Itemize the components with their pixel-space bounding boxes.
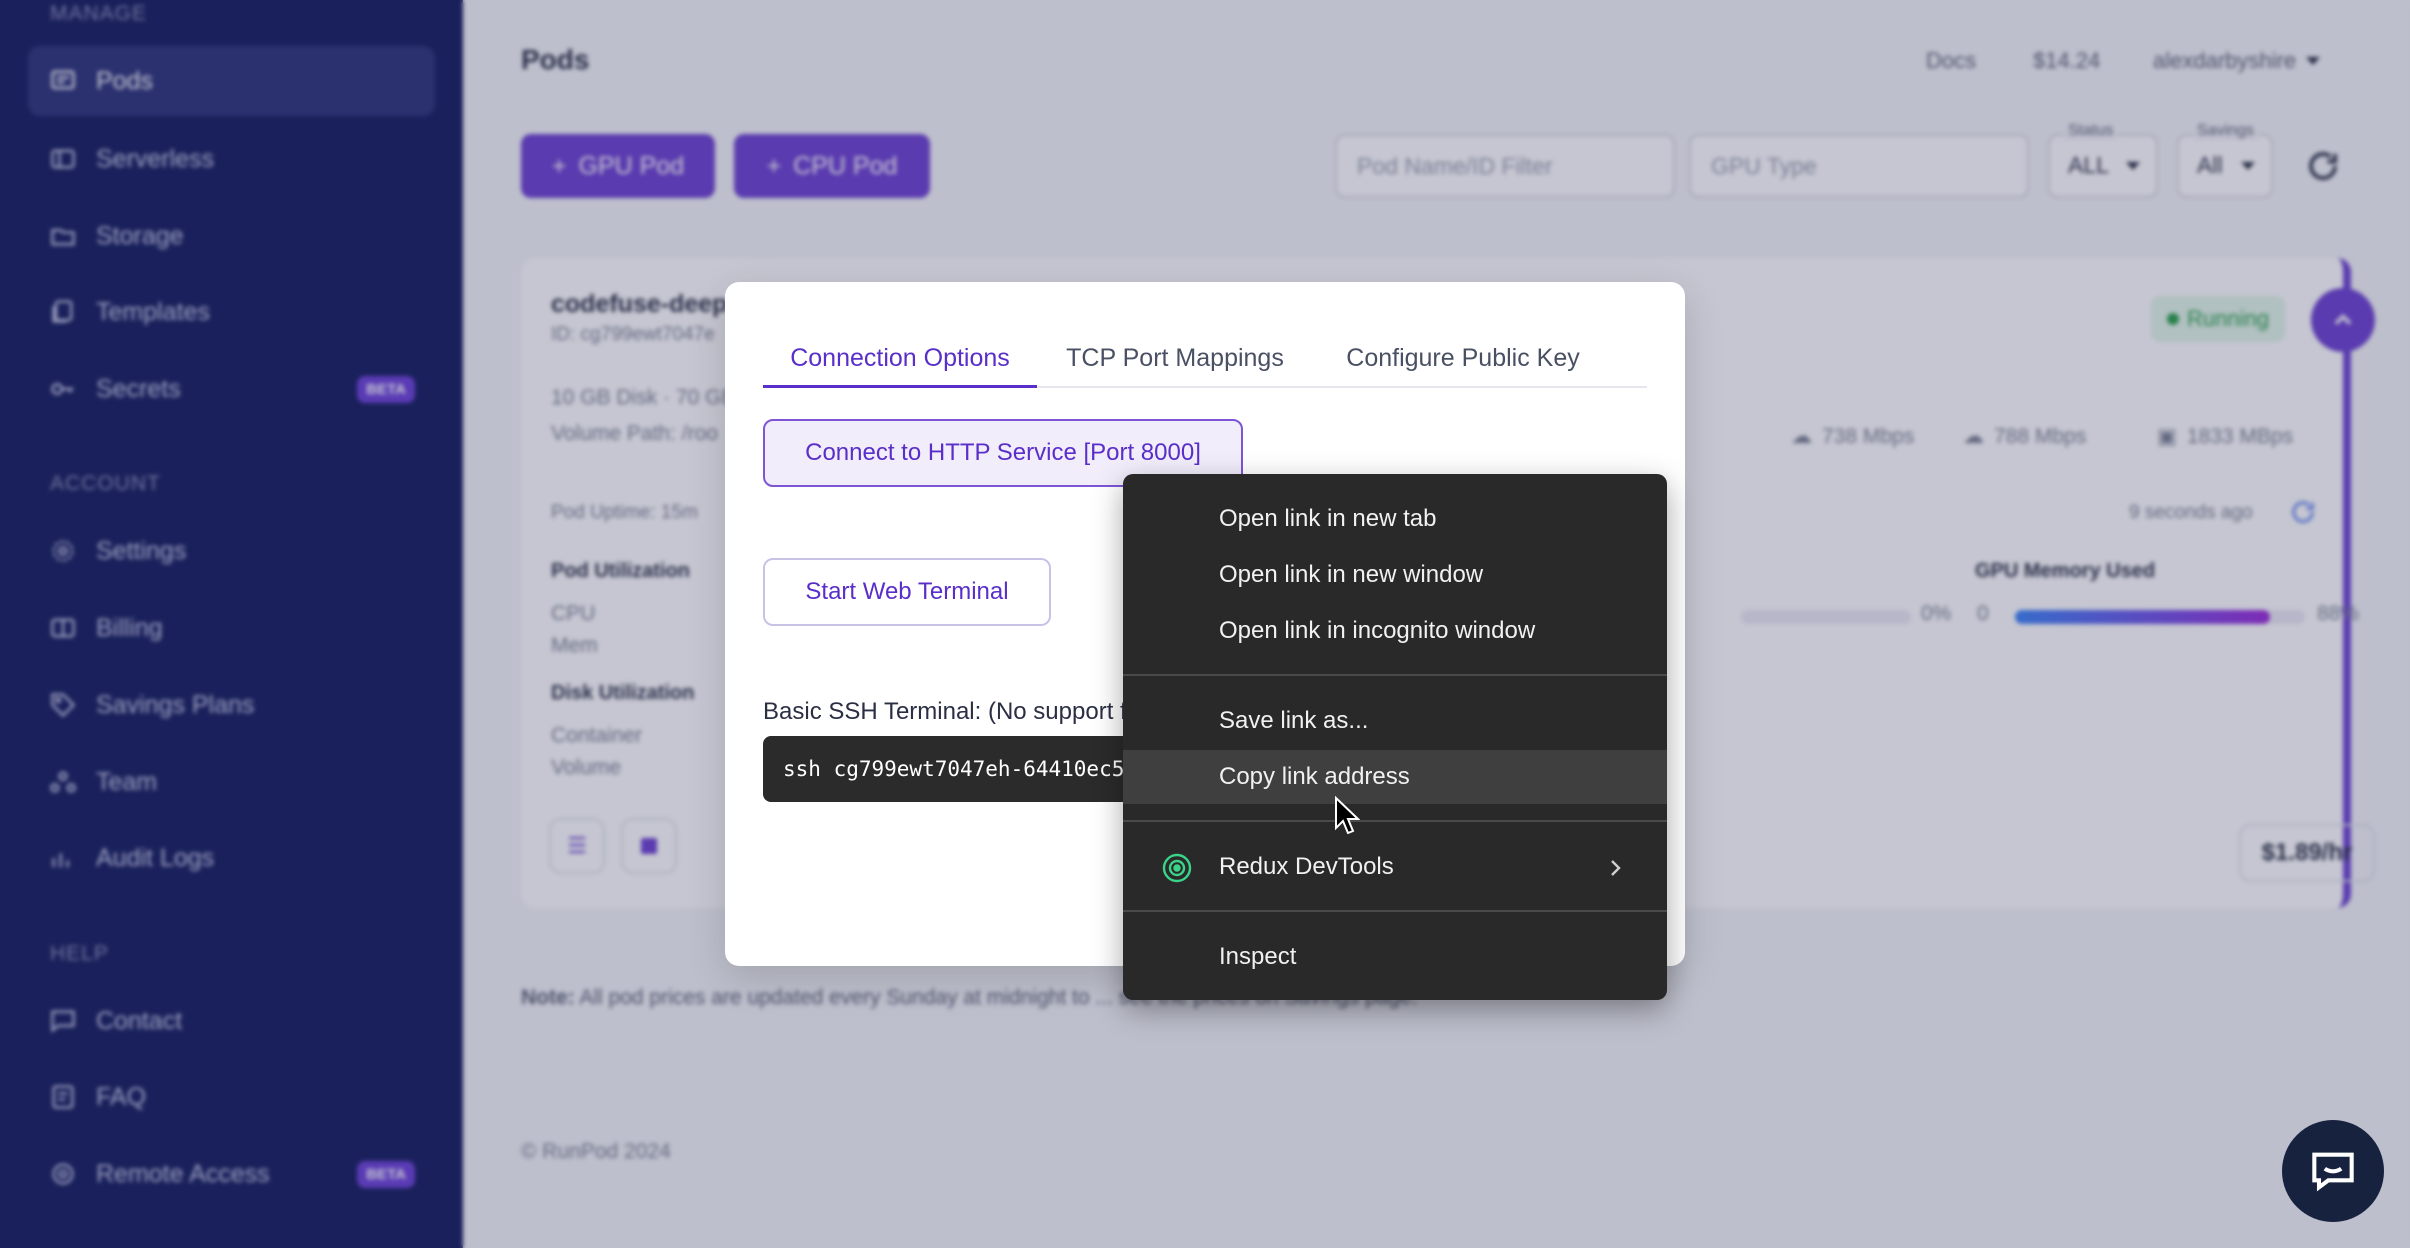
tab-connection-options[interactable]: Connection Options: [763, 332, 1037, 388]
menu-divider: [1123, 674, 1667, 676]
mouse-cursor-icon: [1335, 796, 1360, 835]
menu-item-copy-link-address[interactable]: Copy link address: [1123, 750, 1667, 804]
menu-item-save-link-as[interactable]: Save link as...: [1123, 694, 1667, 748]
menu-item-redux-devtools[interactable]: Redux DevTools: [1123, 840, 1667, 894]
chat-launcher-button[interactable]: [2282, 1120, 2384, 1222]
context-menu: Open link in new tab Open link in new wi…: [1123, 474, 1667, 1000]
menu-item-open-new-window[interactable]: Open link in new window: [1123, 548, 1667, 602]
chat-bubble-icon: [2312, 1152, 2354, 1192]
tab-configure-public-key[interactable]: Configure Public Key: [1313, 332, 1613, 388]
menu-divider: [1123, 820, 1667, 822]
menu-item-inspect[interactable]: Inspect: [1123, 930, 1667, 984]
modal-tabs: Connection Options TCP Port Mappings Con…: [763, 332, 1647, 388]
chevron-right-icon: [1609, 857, 1623, 877]
menu-item-open-incognito[interactable]: Open link in incognito window: [1123, 604, 1667, 658]
menu-divider: [1123, 910, 1667, 912]
ssh-label: Basic SSH Terminal: (No support fo: [763, 698, 1123, 725]
redux-devtools-label: Redux DevTools: [1219, 853, 1394, 880]
menu-item-open-new-tab[interactable]: Open link in new tab: [1123, 492, 1667, 546]
tab-tcp-port-mappings[interactable]: TCP Port Mappings: [1037, 332, 1313, 388]
start-web-terminal-button[interactable]: Start Web Terminal: [763, 558, 1051, 626]
redux-devtools-icon: [1161, 852, 1193, 884]
